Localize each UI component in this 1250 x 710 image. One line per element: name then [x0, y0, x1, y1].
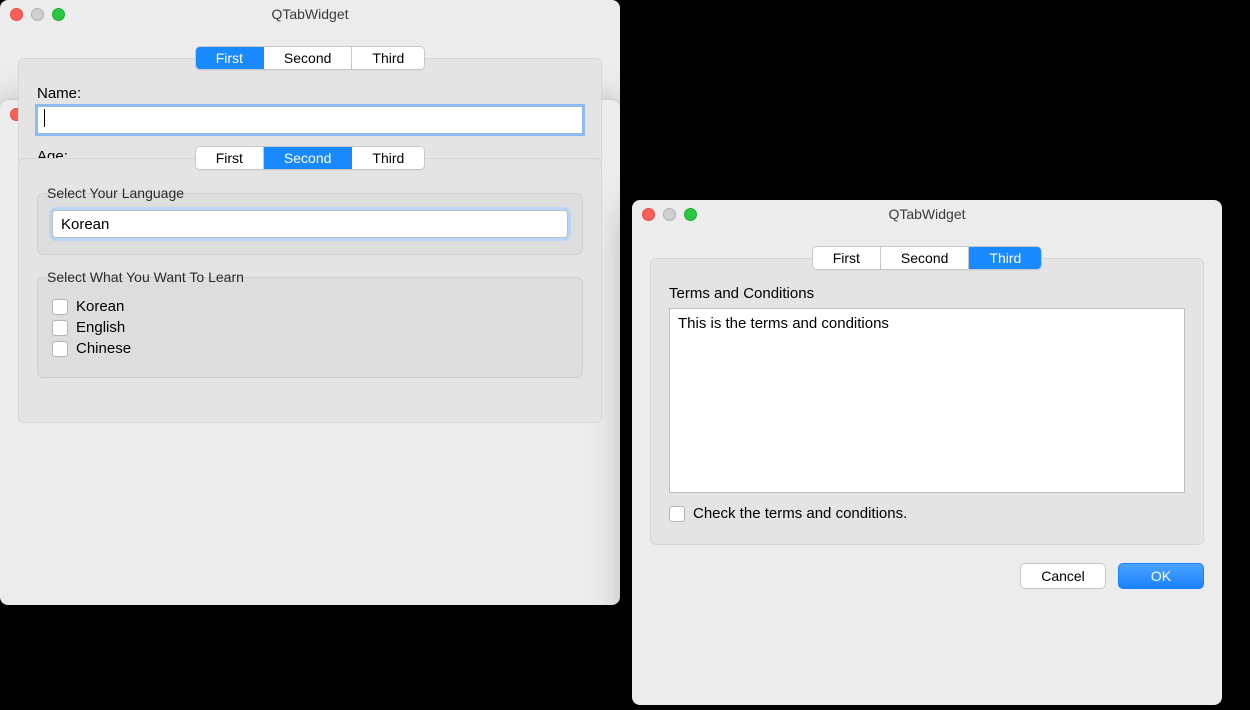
cancel-button[interactable]: Cancel [1020, 563, 1106, 589]
terms-title: Terms and Conditions [669, 285, 1185, 302]
minimize-icon[interactable] [31, 8, 44, 21]
learn-option-chinese[interactable]: Chinese [52, 340, 568, 357]
window-title: QTabWidget [10, 6, 610, 22]
tab-third[interactable]: Third [969, 247, 1041, 269]
language-groupbox: Korean [37, 193, 583, 255]
tabbar: First Second Third [632, 246, 1222, 270]
checkbox-icon[interactable] [52, 320, 68, 336]
name-input[interactable] [37, 106, 583, 134]
tab-second[interactable]: Second [264, 47, 352, 69]
zoom-icon[interactable] [52, 8, 65, 21]
terms-check-row[interactable]: Check the terms and conditions. [669, 505, 1185, 522]
checkbox-icon[interactable] [52, 299, 68, 315]
learn-option-label: Korean [76, 298, 124, 315]
tab-third[interactable]: Third [352, 47, 424, 69]
learn-option-label: Chinese [76, 340, 131, 357]
zoom-icon[interactable] [684, 208, 697, 221]
tab-first[interactable]: First [813, 247, 881, 269]
terms-textarea[interactable]: This is the terms and conditions [669, 308, 1185, 493]
close-icon[interactable] [642, 208, 655, 221]
checkbox-icon[interactable] [52, 341, 68, 357]
learn-option-korean[interactable]: Korean [52, 298, 568, 315]
language-combobox[interactable]: Korean [52, 210, 568, 238]
terms-body: This is the terms and conditions [678, 315, 889, 332]
language-group-title: Select Your Language [47, 185, 583, 201]
tab-panel-second: Select Your Language Korean Select What … [18, 158, 602, 423]
terms-check-label: Check the terms and conditions. [693, 505, 907, 522]
traffic-lights [10, 8, 65, 21]
close-icon[interactable] [10, 8, 23, 21]
window-second: QTabWidget First Second Third Select You… [0, 100, 620, 605]
checkbox-icon[interactable] [669, 506, 685, 522]
tab-panel-third: Terms and Conditions This is the terms a… [650, 258, 1204, 545]
tabbar: First Second Third [0, 46, 620, 70]
tab-third[interactable]: Third [352, 147, 424, 169]
learn-option-english[interactable]: English [52, 319, 568, 336]
learn-groupbox: Korean English Chinese [37, 277, 583, 378]
traffic-lights [642, 208, 697, 221]
window-title: QTabWidget [642, 206, 1212, 222]
tabbar: First Second Third [0, 146, 620, 170]
minimize-icon[interactable] [663, 208, 676, 221]
learn-group-title: Select What You Want To Learn [47, 269, 583, 285]
window-third: QTabWidget First Second Third Terms and … [632, 200, 1222, 705]
learn-option-label: English [76, 319, 125, 336]
tab-second[interactable]: Second [264, 147, 352, 169]
titlebar[interactable]: QTabWidget [632, 200, 1222, 228]
tab-second[interactable]: Second [881, 247, 969, 269]
dialog-buttons: Cancel OK [632, 563, 1222, 605]
tab-first[interactable]: First [196, 147, 264, 169]
name-label: Name: [37, 85, 583, 102]
ok-button[interactable]: OK [1118, 563, 1204, 589]
language-selected: Korean [61, 216, 109, 233]
tab-first[interactable]: First [196, 47, 264, 69]
titlebar[interactable]: QTabWidget [0, 0, 620, 28]
